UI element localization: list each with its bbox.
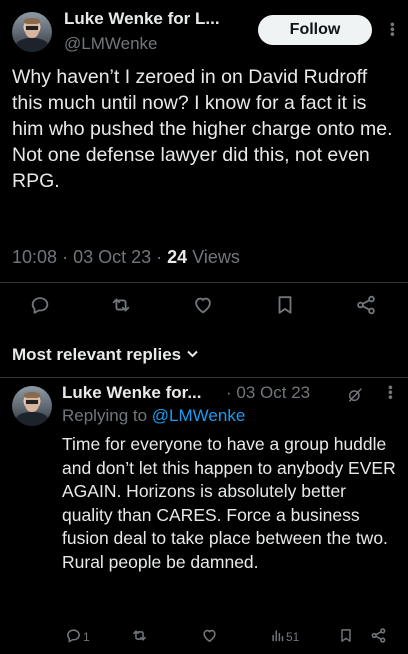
author-avatar[interactable]	[12, 12, 52, 52]
meta-separator: ·	[62, 247, 69, 267]
more-options-icon[interactable]: •••	[385, 22, 401, 37]
replying-to: Replying to @LMWenke	[62, 406, 245, 426]
bookmark-icon[interactable]	[274, 294, 296, 316]
replying-to-label: Replying to	[62, 406, 148, 425]
reply-reply-icon[interactable]	[65, 627, 82, 644]
follow-button[interactable]: Follow	[258, 15, 372, 45]
replying-to-mention[interactable]: @LMWenke	[152, 406, 245, 425]
tweet-date[interactable]: 03 Oct 23	[73, 247, 151, 267]
reply-date-line: · 03 Oct 23	[226, 383, 310, 403]
reply-share-icon[interactable]	[370, 627, 387, 644]
meta-separator: ·	[226, 383, 232, 402]
like-icon[interactable]	[192, 294, 214, 316]
main-tweet: Luke Wenke for L... @LMWenke Follow ••• …	[0, 0, 408, 335]
reply-date[interactable]: 03 Oct 23	[236, 383, 310, 402]
reply-views-count: 51	[286, 630, 300, 644]
reply-bookmark-icon[interactable]	[338, 627, 354, 644]
meta-separator: ·	[156, 247, 163, 267]
grok-icon[interactable]	[347, 387, 363, 403]
reply-author-name[interactable]: Luke Wenke for...	[62, 383, 202, 403]
reply-more-options-icon[interactable]: •••	[383, 385, 399, 400]
tweet-text: Why haven’t I zeroed in on David Rudroff…	[12, 66, 393, 192]
author-name[interactable]: Luke Wenke for L...	[64, 9, 220, 29]
reply-author-avatar[interactable]	[12, 386, 52, 426]
views-label: Views	[192, 247, 240, 267]
divider	[0, 282, 408, 283]
share-icon[interactable]	[355, 294, 377, 316]
reply-reply-count: 1	[83, 630, 90, 644]
replies-sort-label: Most relevant replies	[12, 345, 182, 364]
tweet-time[interactable]: 10:08	[12, 247, 57, 267]
reply-views-icon[interactable]	[270, 628, 285, 643]
divider	[0, 377, 408, 378]
tweet-meta: 10:08 · 03 Oct 23 · 24 Views	[12, 247, 240, 268]
replies-sort-dropdown[interactable]: Most relevant replies	[12, 343, 198, 365]
views-count: 24	[167, 247, 188, 267]
chevron-down-icon	[187, 343, 198, 363]
reply-icon[interactable]	[29, 294, 51, 316]
author-handle[interactable]: @LMWenke	[64, 34, 157, 54]
retweet-icon[interactable]	[110, 294, 132, 316]
reply-retweet-icon[interactable]	[131, 627, 148, 644]
reply-text: Time for everyone to have a group huddle…	[62, 434, 396, 572]
reply-like-icon[interactable]	[201, 627, 218, 644]
